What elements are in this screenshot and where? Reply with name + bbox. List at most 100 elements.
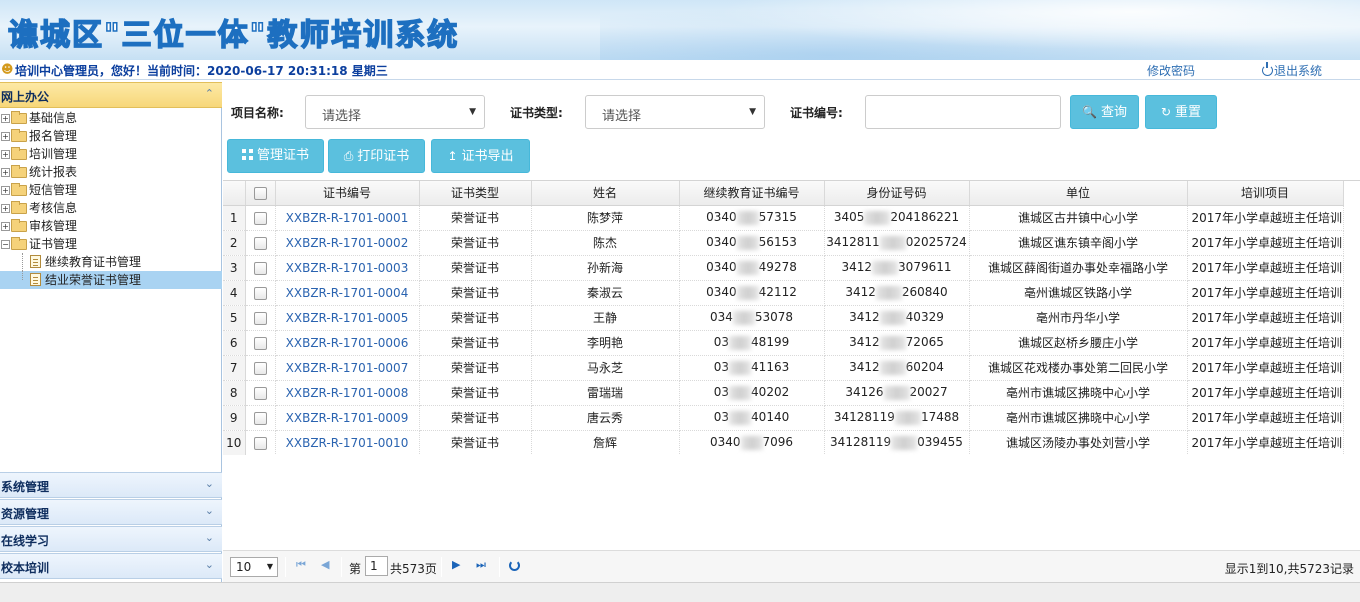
next-page-icon[interactable]: ▶: [452, 558, 460, 571]
name-cell: 唐云秀: [531, 405, 680, 431]
tree-item-basic-info[interactable]: + 基础信息: [0, 109, 222, 127]
file-icon: [30, 255, 41, 268]
folder-icon: [11, 165, 27, 178]
reset-button[interactable]: ↻ 重置: [1145, 95, 1217, 129]
redaction-blur: [736, 210, 759, 225]
section-header-school-training[interactable]: 校本培训 ⌄: [0, 553, 222, 579]
table-row[interactable]: 10 XXBZR-R-1701-0010 荣誉证书 詹辉 0340 7096 3412811…: [223, 430, 1344, 455]
collapse-icon[interactable]: −: [1, 240, 10, 249]
col-header-project[interactable]: 培训项目: [1187, 181, 1344, 206]
expand-icon[interactable]: +: [1, 168, 10, 177]
tree-item-sms[interactable]: + 短信管理: [0, 181, 222, 199]
row-number: 10: [223, 430, 246, 455]
row-checkbox[interactable]: [253, 336, 267, 350]
col-header-cert-type[interactable]: 证书类型: [419, 181, 532, 206]
expand-icon[interactable]: +: [1, 186, 10, 195]
row-checkbox[interactable]: [253, 361, 267, 375]
expand-icon[interactable]: +: [1, 132, 10, 141]
cert-no-cell[interactable]: XXBZR-R-1701-0001: [275, 205, 420, 231]
row-checkbox[interactable]: [253, 411, 267, 425]
redaction-blur: [879, 235, 906, 250]
logout-link[interactable]: 退出系统: [1262, 62, 1322, 79]
search-button[interactable]: 🔍 查询: [1070, 95, 1139, 129]
table-row[interactable]: 8 XXBZR-R-1701-0008 荣誉证书 雷瑞瑞 03 40202 34126 200…: [223, 380, 1344, 406]
section-header-online-learning[interactable]: 在线学习 ⌄: [0, 526, 222, 552]
table-row[interactable]: 7 XXBZR-R-1701-0007 荣誉证书 马永芝 03 41163 3412 6020…: [223, 355, 1344, 381]
cert-no-cell[interactable]: XXBZR-R-1701-0010: [275, 430, 420, 455]
expand-icon[interactable]: +: [1, 204, 10, 213]
row-checkbox[interactable]: [253, 286, 267, 300]
header-banner: 谯城区"三位一体"教师培训系统: [0, 0, 1360, 60]
project-select[interactable]: 请选择 ▼: [305, 95, 485, 129]
print-cert-button[interactable]: ⎙ 打印证书: [328, 139, 425, 173]
col-header-cert-no[interactable]: 证书编号: [275, 181, 420, 206]
expand-icon[interactable]: +: [1, 222, 10, 231]
refresh-icon[interactable]: [509, 560, 520, 571]
id-no-cell: 34126 20027: [824, 380, 970, 406]
cert-no-cell[interactable]: XXBZR-R-1701-0008: [275, 380, 420, 406]
table-row[interactable]: 3 XXBZR-R-1701-0003 荣誉证书 孙新海 0340 49278 3412 30…: [223, 255, 1344, 281]
tree-item-assessment[interactable]: + 考核信息: [0, 199, 222, 217]
last-page-icon[interactable]: ⏭: [476, 558, 486, 572]
info-bar: ☻ 培训中心管理员，您好！当前时间：2020-06-17 20:31:18 星期…: [0, 60, 1360, 80]
table-row[interactable]: 2 XXBZR-R-1701-0002 荣誉证书 陈杰 0340 56153 3412811…: [223, 230, 1344, 256]
table-row[interactable]: 6 XXBZR-R-1701-0006 荣誉证书 李明艳 03 48199 3412 7206…: [223, 330, 1344, 356]
cert-no-cell[interactable]: XXBZR-R-1701-0007: [275, 355, 420, 381]
export-cert-button[interactable]: ↥ 证书导出: [431, 139, 530, 173]
cert-no-cell[interactable]: XXBZR-R-1701-0009: [275, 405, 420, 431]
export-icon: ↥: [447, 149, 458, 163]
expand-icon[interactable]: +: [1, 150, 10, 159]
expand-icon[interactable]: +: [1, 114, 10, 123]
tree-item-registration[interactable]: + 报名管理: [0, 127, 222, 145]
section-header-online-office[interactable]: 网上办公 ⌃: [0, 82, 222, 108]
col-header-cont-edu-no[interactable]: 继续教育证书编号: [679, 181, 825, 206]
tree-item-review[interactable]: + 审核管理: [0, 217, 222, 235]
tree-item-honor-cert[interactable]: 结业荣誉证书管理: [0, 271, 222, 289]
table-row[interactable]: 5 XXBZR-R-1701-0005 荣誉证书 王静 034 53078 3412 4032…: [223, 305, 1344, 331]
tree-item-reports[interactable]: + 统计报表: [0, 163, 222, 181]
cont-edu-no-cell: 0340 57315: [679, 205, 825, 231]
row-checkbox[interactable]: [253, 211, 267, 225]
cert-no-cell[interactable]: XXBZR-R-1701-0004: [275, 280, 420, 306]
page-size-select[interactable]: 10 ▼: [230, 557, 278, 577]
record-summary: 显示1到10,共5723记录: [1224, 562, 1354, 576]
folder-icon: [11, 219, 27, 232]
row-checkbox[interactable]: [253, 311, 267, 325]
cert-no-input[interactable]: [865, 95, 1061, 129]
redaction-blur: [736, 285, 759, 300]
row-checkbox[interactable]: [253, 386, 267, 400]
first-page-icon[interactable]: ⏮: [296, 558, 306, 572]
cert-type-cell: 荣誉证书: [419, 405, 532, 431]
dropdown-arrow-icon: ▼: [266, 562, 273, 571]
table-row[interactable]: 1 XXBZR-R-1701-0001 荣誉证书 陈梦萍 0340 57315 3405 20…: [223, 205, 1344, 231]
print-icon: ⎙: [343, 149, 354, 163]
section-header-resources[interactable]: 资源管理 ⌄: [0, 499, 222, 525]
col-header-name[interactable]: 姓名: [531, 181, 680, 206]
table-row[interactable]: 9 XXBZR-R-1701-0009 荣誉证书 唐云秀 03 40140 34128119…: [223, 405, 1344, 431]
project-cell: 2017年小学卓越班主任培训: [1187, 255, 1344, 281]
prev-page-icon[interactable]: ◀: [321, 558, 329, 571]
folder-icon: [11, 111, 27, 124]
cert-no-cell[interactable]: XXBZR-R-1701-0003: [275, 255, 420, 281]
row-checkbox[interactable]: [253, 236, 267, 250]
manage-cert-button[interactable]: 管理证书: [227, 139, 324, 173]
select-all-checkbox[interactable]: [253, 186, 267, 200]
tree-item-continuing-edu-cert[interactable]: 继续教育证书管理: [0, 253, 222, 271]
col-header-id-no[interactable]: 身份证号码: [824, 181, 970, 206]
status-strip: [0, 582, 1360, 602]
page-number-input[interactable]: 1: [365, 556, 388, 576]
tree-item-training[interactable]: + 培训管理: [0, 145, 222, 163]
row-checkbox-cell: [245, 255, 276, 281]
section-header-system[interactable]: 系统管理 ⌄: [0, 472, 222, 498]
cert-no-cell[interactable]: XXBZR-R-1701-0005: [275, 305, 420, 331]
cont-edu-no-cell: 0340 49278: [679, 255, 825, 281]
row-checkbox[interactable]: [253, 261, 267, 275]
col-header-unit[interactable]: 单位: [969, 181, 1188, 206]
cert-no-cell[interactable]: XXBZR-R-1701-0002: [275, 230, 420, 256]
tree-item-certificates[interactable]: − 证书管理: [0, 235, 222, 253]
change-password-link[interactable]: 修改密码: [1147, 62, 1195, 79]
table-row[interactable]: 4 XXBZR-R-1701-0004 荣誉证书 秦淑云 0340 42112 3412 26…: [223, 280, 1344, 306]
cert-no-cell[interactable]: XXBZR-R-1701-0006: [275, 330, 420, 356]
row-checkbox[interactable]: [253, 436, 267, 450]
cert-type-select[interactable]: 请选择 ▼: [585, 95, 765, 129]
